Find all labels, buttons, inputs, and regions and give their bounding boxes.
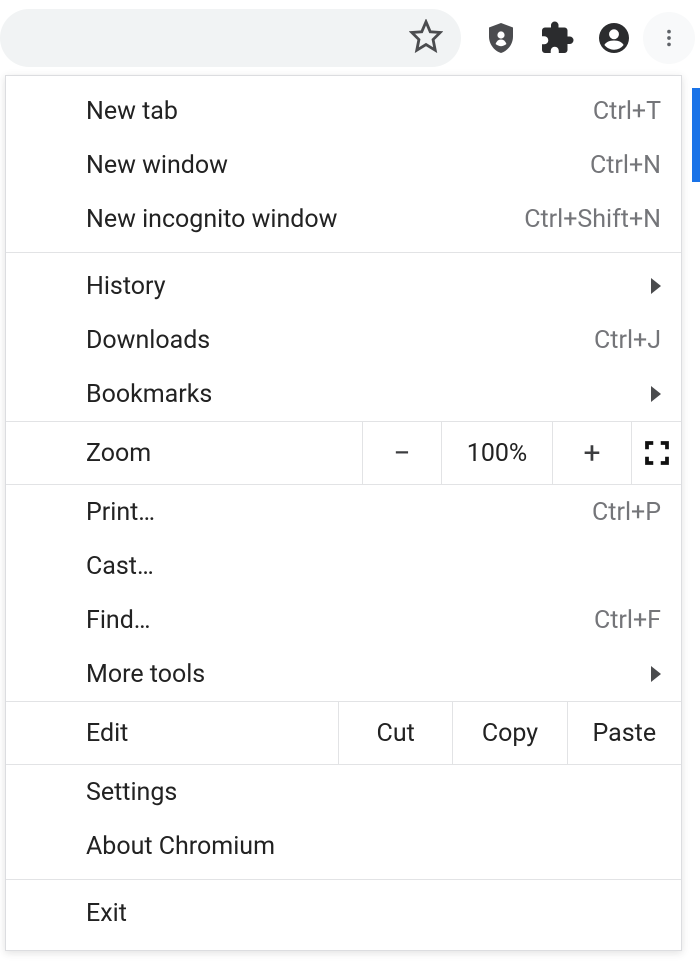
menu-item-new-tab[interactable]: New tab Ctrl+T [6, 84, 681, 138]
menu-item-more-tools[interactable]: More tools [6, 647, 681, 701]
menu-item-cast[interactable]: Cast… [6, 539, 681, 593]
menu-label: History [86, 272, 166, 301]
star-icon[interactable] [409, 19, 443, 57]
menu-shortcut: Ctrl+T [593, 97, 661, 126]
menu-label: Downloads [86, 326, 210, 355]
menu-shortcut: Ctrl+Shift+N [524, 205, 661, 234]
zoom-in-button[interactable]: + [552, 422, 631, 484]
menu-item-settings[interactable]: Settings [6, 765, 681, 819]
menu-divider [6, 879, 681, 880]
menu-item-exit[interactable]: Exit [6, 886, 681, 940]
menu-shortcut: Ctrl+N [590, 151, 661, 180]
browser-main-menu: New tab Ctrl+T New window Ctrl+N New inc… [5, 75, 682, 951]
menu-label: Find… [86, 606, 151, 635]
edit-copy-button[interactable]: Copy [452, 702, 566, 764]
menu-label: Exit [86, 899, 127, 928]
menu-item-bookmarks[interactable]: Bookmarks [6, 367, 681, 421]
privacy-shield-icon[interactable] [473, 20, 529, 56]
browser-toolbar [0, 0, 700, 75]
menu-label: Bookmarks [86, 380, 212, 409]
menu-label: New tab [86, 97, 178, 126]
menu-item-downloads[interactable]: Downloads Ctrl+J [6, 313, 681, 367]
menu-item-find[interactable]: Find… Ctrl+F [6, 593, 681, 647]
zoom-out-button[interactable]: − [362, 422, 441, 484]
more-menu-button[interactable] [643, 12, 695, 64]
menu-label: Print… [86, 498, 155, 527]
menu-shortcut: Ctrl+J [594, 326, 661, 355]
menu-label: Zoom [86, 439, 151, 468]
account-icon[interactable] [585, 20, 643, 56]
menu-shortcut: Ctrl+F [594, 606, 661, 635]
extensions-icon[interactable] [529, 20, 585, 56]
menu-item-about[interactable]: About Chromium [6, 819, 681, 873]
menu-label: More tools [86, 660, 205, 689]
menu-item-zoom: Zoom − 100% + [6, 421, 681, 485]
omnibox[interactable] [0, 9, 461, 67]
submenu-arrow-icon [651, 666, 661, 682]
menu-item-new-window[interactable]: New window Ctrl+N [6, 138, 681, 192]
submenu-arrow-icon [651, 386, 661, 402]
menu-label: Cast… [86, 552, 154, 581]
menu-label: New window [86, 151, 228, 180]
menu-label: Edit [86, 719, 128, 748]
menu-label: Settings [86, 778, 177, 807]
edit-cut-button[interactable]: Cut [338, 702, 452, 764]
menu-item-new-incognito[interactable]: New incognito window Ctrl+Shift+N [6, 192, 681, 246]
window-edge-highlight [692, 88, 700, 182]
zoom-level: 100% [441, 422, 552, 484]
menu-label: About Chromium [86, 832, 275, 861]
submenu-arrow-icon [651, 278, 661, 294]
menu-shortcut: Ctrl+P [592, 498, 661, 527]
fullscreen-button[interactable] [631, 422, 681, 484]
menu-divider [6, 252, 681, 253]
edit-paste-button[interactable]: Paste [567, 702, 681, 764]
menu-item-print[interactable]: Print… Ctrl+P [6, 485, 681, 539]
menu-label: New incognito window [86, 205, 337, 234]
menu-item-history[interactable]: History [6, 259, 681, 313]
menu-item-edit: Edit Cut Copy Paste [6, 701, 681, 765]
